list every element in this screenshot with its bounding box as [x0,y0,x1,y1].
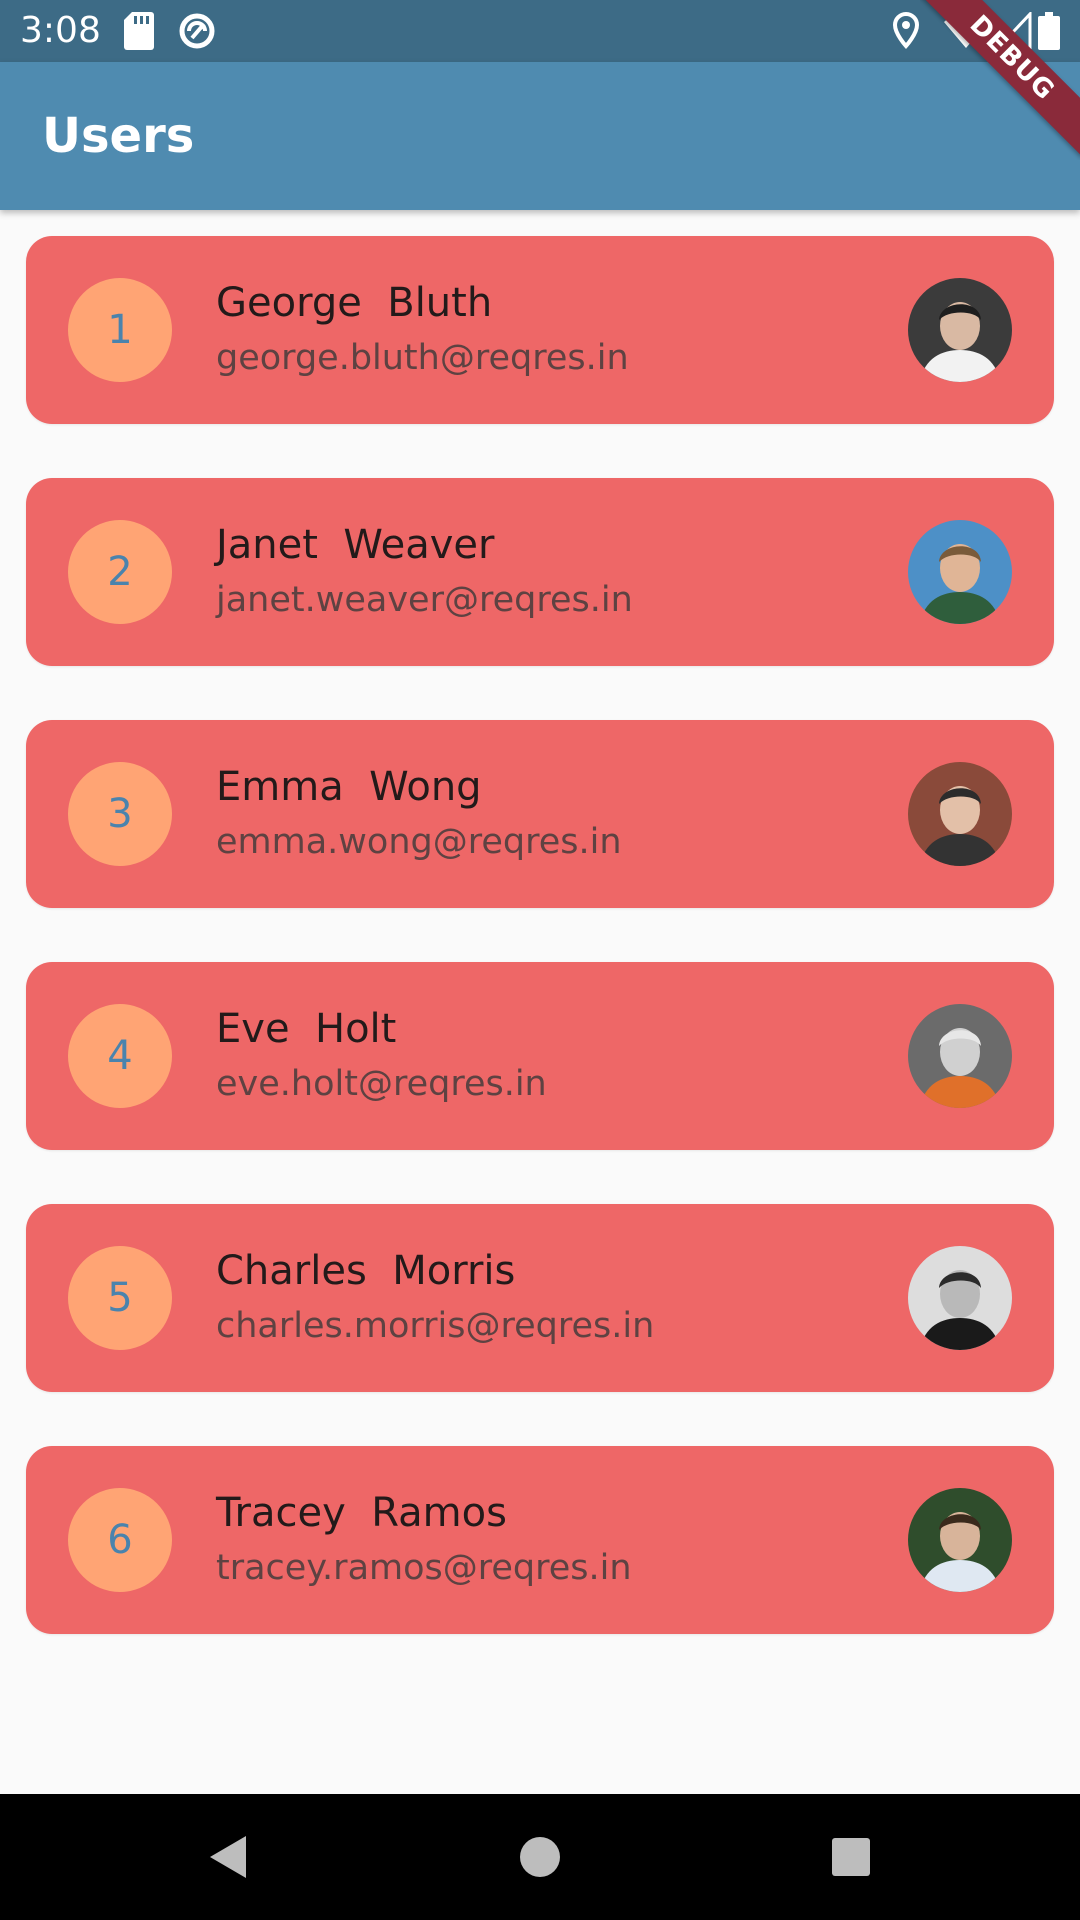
user-name: Janet Weaver [216,522,495,568]
user-card[interactable]: 2 Janet Weaver janet.weaver@reqres.in [26,478,1054,666]
user-name: Eve Holt [216,1006,397,1052]
user-card[interactable]: 5 Charles Morris charles.morris@reqres.in [26,1204,1054,1392]
location-icon [892,11,920,50]
user-id-badge: 2 [68,520,172,624]
user-card[interactable]: 1 George Bluth george.bluth@reqres.in [26,236,1054,424]
user-email: george.bluth@reqres.in [216,338,629,378]
user-email: janet.weaver@reqres.in [216,580,633,620]
user-email: eve.holt@reqres.in [216,1064,547,1104]
page-title: Users [42,108,195,164]
user-list: 1 George Bluth george.bluth@reqres.in 2 Jane… [26,236,1054,1688]
user-id-badge: 1 [68,278,172,382]
user-id-badge: 4 [68,1004,172,1108]
user-card[interactable]: 3 Emma Wong emma.wong@reqres.in [26,720,1054,908]
user-email: emma.wong@reqres.in [216,822,622,862]
app-bar: Users [0,62,1080,210]
avatar [908,762,1012,866]
user-id-badge: 5 [68,1246,172,1350]
avatar [908,1488,1012,1592]
user-id-badge: 6 [68,1488,172,1592]
status-bar: 3:08 [0,0,1080,62]
signal-icon [994,10,1032,50]
user-name: Charles Morris [216,1248,516,1294]
user-name: George Bluth [216,280,493,326]
avatar-photo-icon [908,278,1012,382]
avatar [908,520,1012,624]
avatar-photo-icon [908,1246,1012,1350]
avatar [908,278,1012,382]
navigation-bar [0,1794,1080,1920]
sd-card-icon [124,12,154,50]
battery-icon [1038,12,1060,50]
user-name: Tracey Ramos [216,1490,507,1536]
avatar-photo-icon [908,762,1012,866]
status-time: 3:08 [20,10,101,51]
user-email: tracey.ramos@reqres.in [216,1548,632,1588]
avatar [908,1004,1012,1108]
screen: 3:08 Users DEBUG 1 George Bluth george.b… [0,0,1080,1920]
recents-icon[interactable] [818,1824,884,1890]
user-email: charles.morris@reqres.in [216,1306,655,1346]
home-icon[interactable] [507,1824,573,1890]
user-name: Emma Wong [216,764,482,810]
avatar [908,1246,1012,1350]
avatar-photo-icon [908,520,1012,624]
sync-icon [178,12,216,50]
user-card[interactable]: 6 Tracey Ramos tracey.ramos@reqres.in [26,1446,1054,1634]
user-card[interactable]: 4 Eve Holt eve.holt@reqres.in [26,962,1054,1150]
back-icon[interactable] [196,1824,262,1890]
avatar-photo-icon [908,1488,1012,1592]
user-id-badge: 3 [68,762,172,866]
wifi-icon [944,12,988,50]
avatar-photo-icon [908,1004,1012,1108]
